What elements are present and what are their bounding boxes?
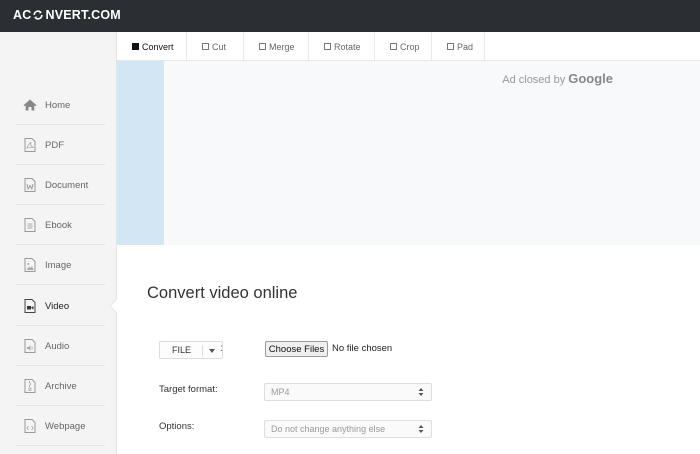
google-logo-text: Google [568, 71, 613, 86]
file-button-label: FILE [172, 345, 192, 355]
sidebar-item-home[interactable]: Home [0, 88, 117, 122]
tab-label: Merge [269, 41, 295, 52]
ebook-icon [22, 217, 38, 233]
divider [16, 284, 105, 285]
select-value: Do not change anything else [271, 424, 386, 434]
divider [16, 405, 105, 406]
webpage-icon [22, 418, 38, 434]
sidebar-item-label: Audio [45, 340, 70, 352]
tab-label: Crop [400, 41, 420, 52]
tab-pad[interactable]: Pad [432, 32, 485, 61]
select-value: MP4 [271, 387, 290, 397]
audio-icon [22, 338, 38, 354]
sidebar-item-label: Document [45, 179, 89, 191]
sidebar-item-label: Webpage [45, 420, 86, 432]
divider [16, 365, 105, 366]
tab-merge[interactable]: Merge [244, 32, 309, 61]
select-arrows-icon [418, 424, 424, 434]
sidebar-item-label: Ebook [45, 219, 72, 231]
checkbox-filled-icon [132, 43, 139, 50]
divider [16, 124, 105, 125]
tab-rotate[interactable]: Rotate [309, 32, 375, 61]
file-status-text: No file chosen [332, 343, 393, 354]
target-format-label: Target format: [159, 384, 218, 395]
ad-closed-text: Ad closed by [502, 74, 566, 86]
sidebar-item-archive[interactable]: Archive [0, 369, 117, 403]
top-bar: AC NVERT.COM [0, 0, 700, 32]
page-title: Convert video online [147, 284, 298, 302]
ad-closed-notice: Ad closed by Google [502, 71, 613, 86]
tab-label: Pad [457, 41, 474, 52]
divider [16, 325, 105, 326]
checkbox-empty-icon [259, 43, 266, 50]
sidebar-item-label: PDF [45, 139, 64, 151]
logo-text-left: AC [13, 8, 32, 22]
sidebar-item-pdf[interactable]: PDF [0, 128, 117, 162]
sidebar-item-label: Video [45, 300, 70, 312]
ad-side-stripe [117, 61, 164, 245]
divider [16, 244, 105, 245]
checkbox-empty-icon [324, 43, 331, 50]
tab-label: Convert [142, 41, 174, 52]
sidebar-item-label: Archive [45, 380, 77, 392]
sidebar-item-webpage[interactable]: Webpage [0, 409, 117, 443]
sidebar-item-video[interactable]: Video [0, 289, 117, 323]
sidebar-item-label: Home [45, 99, 71, 111]
site-logo[interactable]: AC NVERT.COM [13, 8, 121, 22]
checkbox-empty-icon [202, 43, 209, 50]
logo-text-right: NVERT.COM [45, 8, 121, 22]
image-icon [22, 257, 38, 273]
tab-cut[interactable]: Cut [187, 32, 244, 61]
checkbox-empty-icon [390, 43, 397, 50]
divider [16, 164, 105, 165]
tab-label: Cut [212, 41, 227, 52]
sidebar-item-label: Image [45, 259, 72, 271]
choose-files-button[interactable]: Choose Files [265, 341, 328, 357]
select-arrows-icon [418, 387, 424, 397]
divider [16, 204, 105, 205]
divider [202, 345, 203, 356]
checkbox-empty-icon [447, 43, 454, 50]
sidebar-item-ebook[interactable]: Ebook [0, 208, 117, 242]
tab-label: Rotate [334, 41, 361, 52]
tab-convert[interactable]: Convert [117, 32, 187, 61]
word-document-icon [22, 177, 38, 193]
options-label: Options: [159, 421, 195, 432]
file-source-dropdown[interactable]: FILE [159, 341, 223, 359]
options-select[interactable]: Do not change anything else [264, 420, 432, 438]
video-icon [22, 298, 38, 314]
sidebar-nav: Home PDF Document Ebook Image Video Audi… [0, 32, 124, 454]
pdf-file-icon [22, 137, 38, 153]
tool-tabs: Convert Cut Merge Rotate Crop Pad [117, 32, 700, 61]
home-icon [22, 97, 38, 113]
sidebar-item-image[interactable]: Image [0, 248, 117, 282]
archive-icon [22, 378, 38, 394]
sidebar-item-document[interactable]: Document [0, 168, 117, 202]
target-format-select[interactable]: MP4 [264, 383, 432, 401]
divider [16, 445, 105, 446]
convert-arrows-icon [32, 9, 44, 21]
tab-crop[interactable]: Crop [375, 32, 432, 61]
sidebar-item-audio[interactable]: Audio [0, 329, 117, 363]
caret-down-icon [209, 349, 215, 353]
ad-placeholder: Ad closed by Google [164, 61, 700, 245]
file-colon: : [220, 343, 223, 354]
